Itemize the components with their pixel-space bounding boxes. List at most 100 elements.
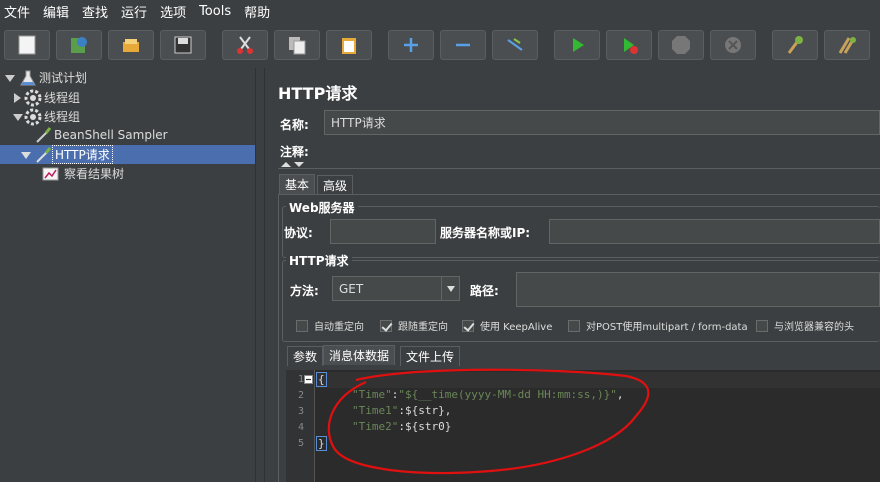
shutdown-button[interactable] <box>710 30 756 60</box>
tree-item-label: HTTP请求 <box>52 145 113 164</box>
page-title: HTTP请求 <box>278 84 358 103</box>
cut-button[interactable] <box>222 30 268 60</box>
tab-basic[interactable]: 基本 <box>279 174 316 194</box>
name-label: 名称: <box>280 118 309 132</box>
open-icon <box>123 39 139 52</box>
menu-edit[interactable]: 编辑 <box>43 2 69 21</box>
tab-file-upload[interactable]: 文件上传 <box>400 346 461 366</box>
start-button[interactable] <box>554 30 600 60</box>
test-plan-tree: 测试计划 线程组 线程组 BeanShell Sampler HTTP请求 察看… <box>0 68 255 482</box>
clear-button[interactable] <box>772 30 818 60</box>
divider <box>278 168 880 169</box>
toolbar <box>0 26 880 66</box>
tree-item-label: BeanShell Sampler <box>54 127 168 142</box>
tree-item-beanshell-sampler[interactable]: BeanShell Sampler <box>34 125 170 144</box>
protocol-label: 协议: <box>284 226 313 240</box>
checkbox-box <box>568 319 580 332</box>
toggle-button[interactable] <box>492 30 538 60</box>
line-number: 4 <box>297 422 304 433</box>
save-button[interactable] <box>160 30 206 60</box>
tree-item-label: 察看结果树 <box>64 167 125 181</box>
save-icon <box>174 36 192 54</box>
tree-item-http-request[interactable]: HTTP请求 <box>0 145 255 164</box>
clear-icon <box>787 36 803 54</box>
paste-button[interactable] <box>326 30 372 60</box>
web-server-group-title: Web服务器 <box>286 199 358 216</box>
collapse-toggle-icon[interactable] <box>280 160 306 168</box>
tab-advanced[interactable]: 高级 <box>317 175 354 195</box>
tree-item-thread-group-1[interactable]: 线程组 <box>12 88 82 107</box>
menu-options[interactable]: 选项 <box>160 2 186 21</box>
line-number: 2 <box>297 390 304 401</box>
tab-body-data[interactable]: 消息体数据 <box>323 345 396 365</box>
expand-button[interactable] <box>388 30 434 60</box>
collapsed-arrow-icon <box>14 92 21 103</box>
line-gutter: 1 2 3 4 5 <box>286 370 315 482</box>
method-value: GET <box>339 281 364 296</box>
name-field[interactable]: HTTP请求 <box>324 110 880 135</box>
menu-file[interactable]: 文件 <box>4 2 30 21</box>
menu-search[interactable]: 查找 <box>82 2 108 21</box>
line-number: 5 <box>297 438 304 449</box>
red-annotation-circle <box>327 368 650 475</box>
comment-field[interactable] <box>318 140 880 160</box>
tree-item-label: 测试计划 <box>39 71 88 85</box>
browser-compatible-headers-checkbox[interactable]: 与浏览器兼容的头 <box>756 318 854 333</box>
start-icon <box>573 38 584 52</box>
copy-icon <box>289 37 306 55</box>
start-no-pause-icon <box>624 38 638 54</box>
templates-icon <box>71 37 87 53</box>
tree-item-view-results-tree[interactable]: 察看结果树 <box>42 164 126 183</box>
http-request-group-title: HTTP请求 <box>286 252 352 269</box>
multipart-checkbox[interactable]: 对POST使用multipart / form-data <box>568 318 748 333</box>
expanded-arrow-icon <box>21 151 31 159</box>
toggle-icon <box>507 38 523 51</box>
tab-parameters[interactable]: 参数 <box>287 346 324 366</box>
menu-tools[interactable]: Tools <box>199 4 231 19</box>
open-button[interactable] <box>108 30 154 60</box>
dropdown-button[interactable] <box>441 277 459 300</box>
checkbox-box <box>296 319 308 332</box>
stop-button[interactable] <box>658 30 704 60</box>
paste-icon <box>342 38 356 54</box>
checkbox-label: 使用 KeepAlive <box>480 322 553 333</box>
auto-redirect-checkbox[interactable]: 自动重定向 <box>296 318 364 333</box>
chart-icon <box>42 167 59 180</box>
path-field[interactable] <box>516 272 880 307</box>
start-no-pause-button[interactable] <box>606 30 652 60</box>
line-number: 3 <box>297 406 304 417</box>
tree-item-label: 线程组 <box>44 110 81 124</box>
cut-icon <box>237 36 253 54</box>
copy-button[interactable] <box>274 30 320 60</box>
chevron-down-icon <box>446 285 455 292</box>
clear-all-button[interactable] <box>824 30 870 60</box>
follow-redirect-checkbox[interactable]: 跟随重定向 <box>380 318 448 333</box>
method-select[interactable]: GET <box>332 276 460 301</box>
path-label: 路径: <box>470 284 499 298</box>
fold-icon[interactable] <box>304 375 313 384</box>
gear-icon <box>24 89 42 106</box>
new-button[interactable] <box>4 30 50 60</box>
comment-label: 注释: <box>280 145 309 159</box>
menu-run[interactable]: 运行 <box>121 2 147 21</box>
templates-button[interactable] <box>56 30 102 60</box>
menu-bar: 文件 编辑 查找 运行 选项 Tools 帮助 <box>0 0 880 22</box>
protocol-field[interactable] <box>330 219 436 244</box>
tree-item-thread-group-2[interactable]: 线程组 <box>12 107 82 126</box>
checkbox-label: 跟随重定向 <box>398 322 448 333</box>
collapse-button[interactable] <box>440 30 486 60</box>
checkbox-box <box>756 319 768 332</box>
tree-item-label: 线程组 <box>44 91 81 105</box>
pipette-icon <box>36 146 52 163</box>
keepalive-checkbox[interactable]: 使用 KeepAlive <box>462 318 552 333</box>
server-field[interactable] <box>549 219 880 244</box>
split-pane-divider[interactable] <box>255 68 265 482</box>
tree-item-test-plan[interactable]: 测试计划 <box>4 68 89 87</box>
new-icon <box>18 35 36 55</box>
menu-help[interactable]: 帮助 <box>244 2 270 21</box>
checkbox-box <box>462 319 474 332</box>
checkbox-label: 自动重定向 <box>314 322 364 333</box>
shutdown-icon <box>725 37 741 53</box>
stop-icon <box>672 36 690 54</box>
expanded-arrow-icon <box>5 74 15 82</box>
